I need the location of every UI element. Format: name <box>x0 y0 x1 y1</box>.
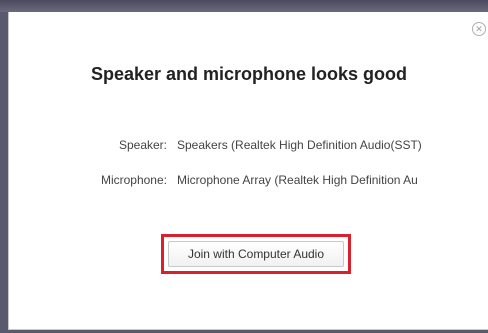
speaker-device-name: Speakers (Realtek High Definition Audio(… <box>177 138 422 152</box>
dialog-title: Speaker and microphone looks good <box>90 64 408 84</box>
microphone-label: Microphone: <box>100 173 167 187</box>
audio-test-dialog: ✕ Speaker and microphone looks good Spea… <box>8 12 488 330</box>
microphone-row: Microphone: Microphone Array (Realtek Hi… <box>9 173 488 191</box>
speaker-label: Speaker: <box>118 138 167 152</box>
microphone-device-name: Microphone Array (Realtek High Definitio… <box>177 173 418 187</box>
speaker-row: Speaker: Speakers (Realtek High Definiti… <box>9 138 488 156</box>
join-with-computer-audio-button[interactable]: Join with Computer Audio <box>168 241 344 267</box>
close-icon[interactable]: ✕ <box>472 22 486 36</box>
window-background <box>0 0 488 12</box>
